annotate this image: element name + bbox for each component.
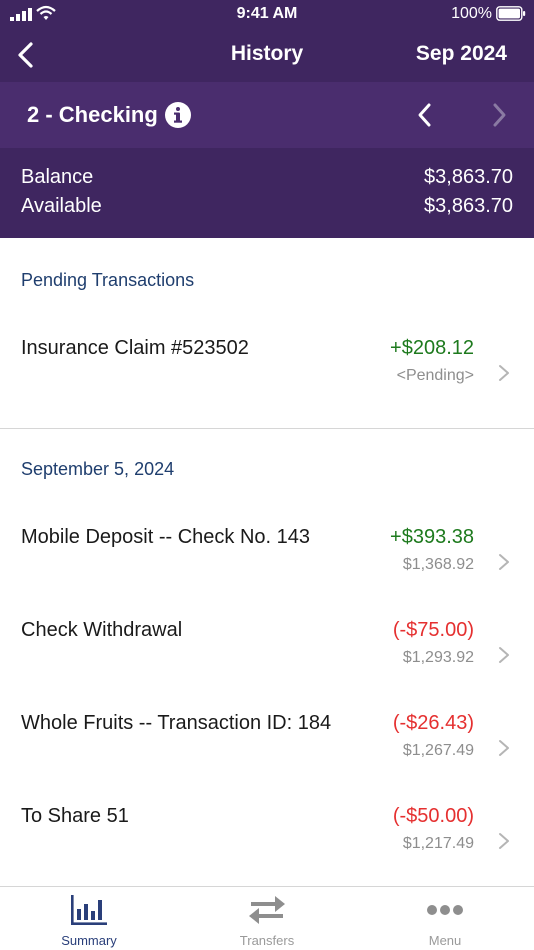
transaction-status: <Pending> — [396, 367, 474, 384]
tab-label: Menu — [428, 933, 462, 948]
transaction-amount: +$208.12 — [390, 337, 474, 359]
transaction-description: Whole Fruits -- Transaction ID: 184 — [21, 712, 332, 734]
chevron-right-icon — [499, 365, 509, 381]
running-balance: $1,217.49 — [402, 835, 474, 852]
running-balance: $1,267.49 — [402, 742, 474, 759]
transaction-description: To Share 51 — [21, 805, 129, 827]
chevron-right-icon — [499, 833, 509, 849]
navigation-bar: History Sep 2024 — [0, 30, 534, 82]
tab-menu[interactable]: Menu — [356, 887, 534, 950]
transaction-amount: (-$75.00) — [392, 619, 474, 641]
available-value: $3,863.70 — [424, 195, 513, 217]
balance-label: Balance — [21, 166, 94, 188]
transaction-row[interactable]: Insurance Claim #523502 +$208.12 <Pendin… — [0, 337, 534, 407]
battery-icon — [496, 6, 526, 21]
previous-account-chevron-icon[interactable] — [414, 102, 436, 128]
status-bar: 9:41 AM 100% — [0, 0, 534, 30]
available-label: Available — [21, 195, 102, 217]
section-title-date: September 5, 2024 — [21, 459, 175, 479]
section-divider — [0, 428, 534, 429]
tab-label: Transfers — [239, 933, 295, 948]
battery-percent: 100% — [451, 5, 492, 22]
running-balance: $1,368.92 — [402, 556, 474, 573]
tab-label: Summary — [61, 933, 117, 948]
tab-summary[interactable]: Summary — [0, 887, 178, 950]
transaction-amount: (-$50.00) — [392, 805, 474, 827]
next-account-chevron-icon[interactable] — [488, 102, 510, 128]
chevron-right-icon — [499, 647, 509, 663]
bar-chart-icon — [71, 895, 107, 925]
balance-summary: Balance $3,863.70 Available $3,863.70 — [0, 148, 534, 238]
tab-transfers[interactable]: Transfers — [178, 887, 356, 950]
transaction-row[interactable]: Mobile Deposit -- Check No. 143 +$393.38… — [0, 526, 534, 596]
transaction-row[interactable]: To Share 51 (-$50.00) $1,217.49 — [0, 805, 534, 875]
transaction-row[interactable]: Check Withdrawal (-$75.00) $1,293.92 — [0, 619, 534, 689]
account-selector-bar: 2 - Checking — [0, 82, 534, 148]
transaction-row[interactable]: Whole Fruits -- Transaction ID: 184 (-$2… — [0, 712, 534, 782]
transaction-amount: (-$26.43) — [392, 712, 474, 734]
info-icon[interactable] — [164, 101, 192, 129]
account-name: 2 - Checking — [27, 102, 158, 127]
transfer-arrows-icon — [249, 896, 285, 924]
chevron-right-icon — [499, 554, 509, 570]
more-dots-icon — [427, 905, 463, 915]
chevron-right-icon — [499, 740, 509, 756]
tab-bar: Summary Transfers Menu — [0, 886, 534, 950]
section-title-pending: Pending Transactions — [21, 270, 195, 290]
transaction-description: Mobile Deposit -- Check No. 143 — [21, 526, 311, 548]
transaction-amount: +$393.38 — [390, 526, 474, 548]
running-balance: $1,293.92 — [402, 649, 474, 666]
period-selector[interactable]: Sep 2024 — [416, 42, 507, 66]
transaction-description: Check Withdrawal — [21, 619, 183, 641]
transaction-description: Insurance Claim #523502 — [21, 337, 249, 359]
balance-value: $3,863.70 — [424, 166, 513, 188]
